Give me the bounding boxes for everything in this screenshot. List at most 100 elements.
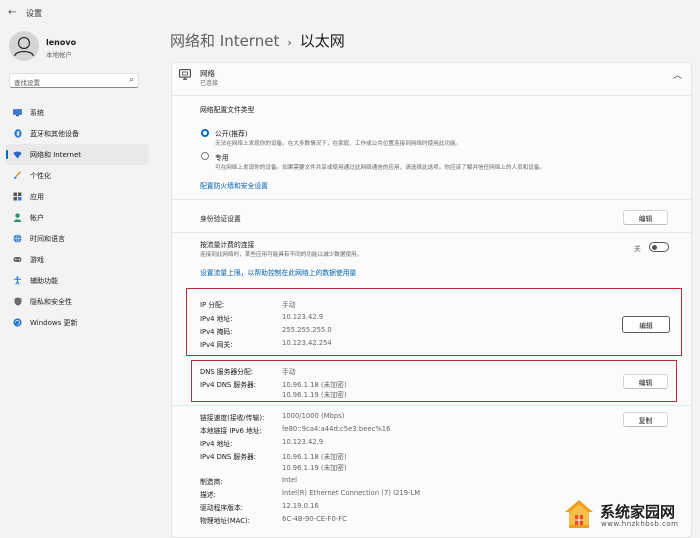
brush-icon <box>13 171 22 180</box>
divider <box>172 405 691 406</box>
private-radio[interactable] <box>201 152 209 160</box>
metered-connection-label: 按流量计费的连接 <box>200 241 255 249</box>
sidebar-item-label: 蓝牙和其他设备 <box>30 129 79 138</box>
bluetooth-icon <box>13 129 22 138</box>
auth-settings-label: 身份验证设置 <box>200 215 241 223</box>
sidebar-item-label: 应用 <box>30 192 44 201</box>
dns-assignment-label: DNS 服务器分配: <box>200 368 254 376</box>
ipv4-gateway-value: 10.123.42.254 <box>282 339 332 347</box>
page-title: 以太网 <box>299 32 345 50</box>
dns-servers-label: IPv4 DNS 服务器: <box>200 381 257 389</box>
breadcrumb-parent[interactable]: 网络和 Internet <box>170 32 279 50</box>
ip-settings-highlight <box>186 288 682 356</box>
metered-toggle-state: 关 <box>634 245 641 253</box>
prop-label: 链接速度(接收/传输): <box>200 414 265 422</box>
sidebar-item-label: 辅助功能 <box>30 276 58 285</box>
ip-assignment-label: IP 分配: <box>200 301 225 309</box>
sidebar-item-apps[interactable]: 应用 <box>6 186 149 207</box>
metered-toggle[interactable] <box>649 242 669 252</box>
prop-label: IPv4 DNS 服务器: <box>200 453 257 461</box>
search-icon[interactable]: ⌕ <box>129 75 134 85</box>
public-description: 无法在网络上发现你的设备。在大多数情况下，在家庭、工作或公共位置连接到网络时使用… <box>215 141 462 147</box>
toggle-knob <box>652 245 657 250</box>
sidebar-item-network[interactable]: 网络和 Internet <box>6 144 149 165</box>
data-limit-link[interactable]: 设置流量上限，以帮助控制在此网络上的数据使用量 <box>200 267 356 277</box>
prop-value: Intel <box>282 476 298 484</box>
prop-value: 6C-4B-90-CE-F0-FC <box>282 515 347 523</box>
firewall-settings-link[interactable]: 配置防火墙和安全设置 <box>200 180 268 190</box>
ipv4-mask-value: 255.255.255.0 <box>282 326 332 334</box>
sidebar-item-system[interactable]: 系统 <box>6 102 149 123</box>
user-account-type: 本地帐户 <box>46 51 72 59</box>
network-monitor-icon <box>179 69 191 83</box>
dns-settings-highlight <box>191 360 677 402</box>
sidebar-item-time-language[interactable]: 时间和语言 <box>6 228 149 249</box>
sidebar-item-windows-update[interactable]: Windows 更新 <box>6 312 149 333</box>
divider <box>172 199 691 200</box>
monitor-icon <box>13 108 22 117</box>
private-radio-label[interactable]: 专用 <box>215 152 229 162</box>
chevron-up-icon[interactable]: ︿ <box>673 68 682 81</box>
sidebar-item-label: 帐户 <box>30 213 44 222</box>
prop-label: IPv4 地址: <box>200 440 233 448</box>
prop-label: 物理地址(MAC): <box>200 517 250 525</box>
gamepad-icon <box>13 255 22 264</box>
back-arrow-icon[interactable]: ← <box>8 7 16 18</box>
house-logo-icon <box>562 497 596 535</box>
sidebar-item-accounts[interactable]: 帐户 <box>6 207 149 228</box>
breadcrumb-separator: › <box>287 36 292 49</box>
ip-assignment-value: 手动 <box>282 301 296 309</box>
sidebar-item-bluetooth[interactable]: 蓝牙和其他设备 <box>6 123 149 144</box>
network-status: 已连接 <box>200 80 219 87</box>
dns-server-1: 10.96.1.18 (未加密) <box>282 381 347 389</box>
sidebar-item-label: 隐私和安全性 <box>30 297 72 306</box>
title-bar: ← 设置 <box>0 0 700 26</box>
search-input[interactable]: 查找设置 ⌕ <box>9 73 139 88</box>
ipv4-address-value: 10.123.42.9 <box>282 313 324 321</box>
window-title: 设置 <box>26 9 42 18</box>
sidebar-item-label: 时间和语言 <box>30 234 65 243</box>
sidebar-item-label: Windows 更新 <box>30 318 78 327</box>
metered-description: 连接到此网络时，某些应用可能具有不同的功能以减少数据使用。 <box>200 252 363 258</box>
search-placeholder: 查找设置 <box>14 79 40 87</box>
dns-server-2: 10.96.1.19 (未加密) <box>282 391 347 399</box>
prop-value: 10.96.1.19 (未加密) <box>282 464 347 472</box>
private-description: 可在网络上发现你的设备。如果需要文件共享或使用通过此网络通信的应用，请选择此选项… <box>215 165 546 171</box>
prop-value: fe80::9ca4:a44d:c5e3:beec%16 <box>282 425 391 433</box>
prop-value: 12.19.0.16 <box>282 502 319 510</box>
sidebar-item-gaming[interactable]: 游戏 <box>6 249 149 270</box>
sidebar-item-accessibility[interactable]: 辅助功能 <box>6 270 149 291</box>
ipv4-gateway-label: IPv4 网关: <box>200 341 233 349</box>
dns-assignment-value: 手动 <box>282 368 296 376</box>
accessibility-icon <box>13 276 22 285</box>
ip-edit-button[interactable]: 编辑 <box>622 316 670 333</box>
sidebar-item-label: 系统 <box>30 108 44 117</box>
apps-icon <box>13 192 22 201</box>
sidebar-nav: 系统 蓝牙和其他设备 网络和 Internet 个性化 应用 帐户 时间和语言 … <box>6 102 149 333</box>
sidebar-item-privacy[interactable]: 隐私和安全性 <box>6 291 149 312</box>
watermark-title: 系统家园网 <box>600 503 676 521</box>
wifi-icon <box>13 150 22 159</box>
prop-label: 驱动程序版本: <box>200 504 244 512</box>
prop-value: 10.123.42.9 <box>282 438 324 446</box>
divider <box>172 95 691 96</box>
prop-value: 10.96.1.18 (未加密) <box>282 453 347 461</box>
sidebar-item-label: 游戏 <box>30 255 44 264</box>
avatar[interactable] <box>9 31 39 61</box>
update-icon <box>13 318 22 327</box>
sidebar-item-label: 个性化 <box>30 171 51 180</box>
sidebar-item-label: 网络和 Internet <box>30 150 82 159</box>
prop-label: 本地链接 IPv6 地址: <box>200 427 262 435</box>
watermark-url: www.hnzkhbsb.com <box>601 520 679 528</box>
prop-label: 描述: <box>200 491 216 499</box>
person-icon <box>13 213 22 222</box>
public-radio[interactable] <box>201 129 209 137</box>
copy-button[interactable]: 复制 <box>623 412 668 427</box>
auth-edit-button[interactable]: 编辑 <box>623 210 668 225</box>
dns-edit-button[interactable]: 编辑 <box>623 374 668 389</box>
sidebar-item-personalization[interactable]: 个性化 <box>6 165 149 186</box>
public-radio-label[interactable]: 公开(推荐) <box>215 128 248 138</box>
prop-label: 制造商: <box>200 478 223 486</box>
profile-type-heading: 网络配置文件类型 <box>200 106 255 114</box>
prop-value: Intel(R) Ethernet Connection (7) I219-LM <box>282 489 421 497</box>
